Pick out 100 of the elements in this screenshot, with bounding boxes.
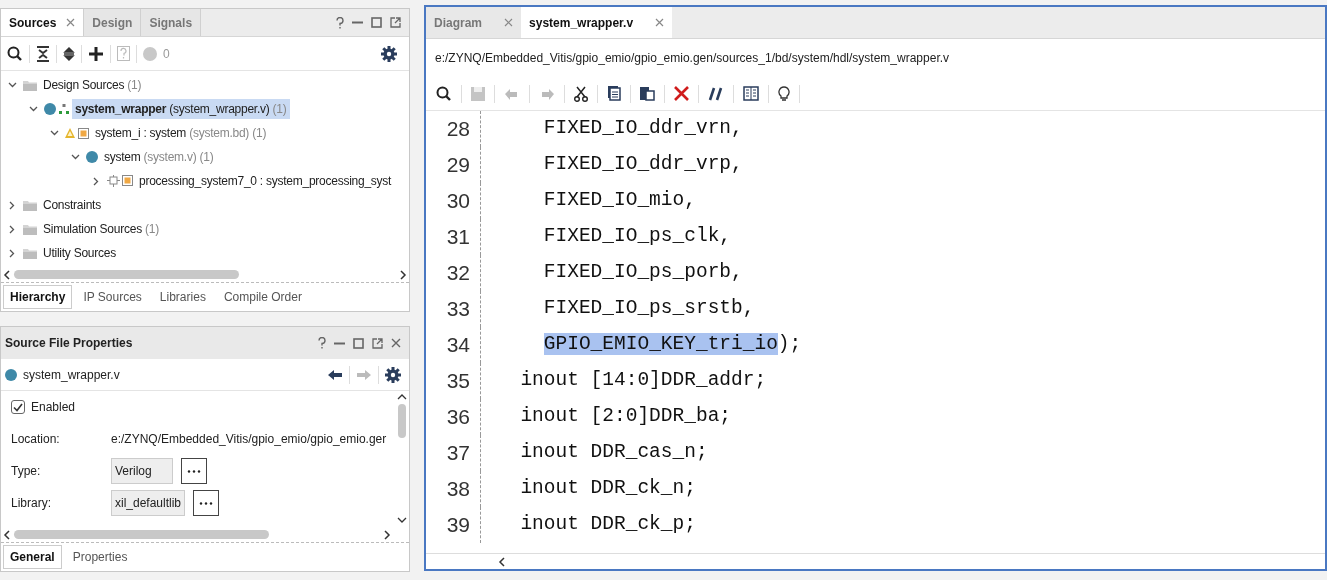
maximize-icon[interactable] <box>371 17 382 28</box>
field-label: Library: <box>11 495 52 512</box>
chevron-down-icon[interactable] <box>28 106 38 112</box>
search-icon[interactable] <box>7 45 23 62</box>
panel-tab[interactable]: IP Sources <box>76 285 149 309</box>
chevron-down-icon[interactable] <box>70 154 80 160</box>
settings-icon[interactable] <box>381 45 397 62</box>
settings-icon[interactable] <box>385 366 401 383</box>
line-number: 37 <box>445 440 471 467</box>
scroll-left-icon[interactable] <box>498 556 505 567</box>
code-text: inout DDR_cas_n; <box>519 441 708 464</box>
file-status-icon <box>5 368 17 381</box>
tree-item[interactable]: system (system.v) (1) <box>101 147 217 167</box>
close-icon[interactable] <box>66 18 76 27</box>
paste-icon[interactable] <box>640 86 655 101</box>
panel-tab[interactable]: Libraries <box>152 285 213 309</box>
float-icon[interactable] <box>390 17 401 28</box>
panel-tab[interactable]: Signals <box>141 9 202 36</box>
tree-item[interactable]: Simulation Sources (1) <box>40 219 162 239</box>
checkbox[interactable] <box>11 400 25 414</box>
value-field[interactable]: Verilog <box>111 458 173 484</box>
columns-icon[interactable] <box>743 86 759 101</box>
panel-tab[interactable]: Compile Order <box>216 285 309 309</box>
editor-tab[interactable]: Diagram <box>426 7 522 38</box>
browse-button[interactable] <box>181 458 207 484</box>
code-text: ); <box>777 333 802 356</box>
scrollbar-thumb[interactable] <box>14 530 269 539</box>
folder-icon <box>23 199 37 211</box>
panel-tab[interactable]: Sources <box>1 9 85 36</box>
close-icon[interactable] <box>391 338 401 348</box>
line-number: 30 <box>445 188 471 215</box>
search-icon[interactable] <box>436 85 452 102</box>
close-icon[interactable] <box>655 18 665 27</box>
scrollbar-thumb[interactable] <box>398 404 406 438</box>
code-text: FIXED_IO_mio, <box>542 189 696 212</box>
tree-item[interactable]: Utility Sources <box>40 243 119 263</box>
panel-tab[interactable]: General <box>3 545 62 569</box>
status-dot-icon <box>143 46 157 61</box>
scroll-right-icon[interactable] <box>400 269 407 280</box>
panel-title: Source File Properties <box>5 335 133 352</box>
chevron-right-icon[interactable] <box>9 200 15 210</box>
cut-icon[interactable] <box>574 85 588 102</box>
panel-tab[interactable]: Hierarchy <box>3 285 73 309</box>
file-path: e:/ZYNQ/Embedded_Vitis/gpio_emio/gpio_emio.gen/sources_1/bd/system/hdl/system_wrapper.v <box>434 50 951 67</box>
chevron-down-icon[interactable] <box>49 130 59 136</box>
folder-icon <box>23 223 37 235</box>
code-text: FIXED_IO_ddr_vrp, <box>542 153 743 176</box>
field-value: e:/ZYNQ/Embedded_Vitis/gpio_emio/gpio_emio.ger <box>111 431 387 448</box>
code-text: FIXED_IO_ps_porb, <box>542 261 743 284</box>
code-text: inout [2:0]DDR_ba; <box>519 405 732 428</box>
chevron-right-icon[interactable] <box>93 176 99 186</box>
checkbox-label: Enabled <box>31 399 76 416</box>
editor-tab[interactable]: system_wrapper.v <box>521 7 673 38</box>
float-icon[interactable] <box>372 337 383 349</box>
scroll-up-icon[interactable] <box>397 393 407 400</box>
minimize-icon[interactable] <box>334 341 345 345</box>
tree-item[interactable]: Constraints <box>40 195 104 215</box>
lightbulb-icon[interactable] <box>778 85 790 102</box>
code-text: FIXED_IO_ps_clk, <box>542 225 732 248</box>
line-number: 38 <box>445 476 471 503</box>
close-icon[interactable] <box>504 18 514 27</box>
chevron-right-icon[interactable] <box>9 248 15 258</box>
tree-item[interactable]: system_wrapper (system_wrapper.v) (1) <box>72 99 290 119</box>
line-number: 33 <box>445 296 471 323</box>
copy-icon[interactable] <box>607 86 621 101</box>
field-label: Location: <box>11 431 61 448</box>
value-field[interactable]: xil_defaultlib <box>111 490 186 516</box>
chevron-down-icon[interactable] <box>7 82 17 88</box>
comment-icon[interactable] <box>708 86 724 101</box>
scroll-left-icon[interactable] <box>3 269 10 280</box>
folder-icon <box>23 247 37 259</box>
scroll-down-icon[interactable] <box>397 517 407 524</box>
scrollbar-thumb[interactable] <box>14 270 239 279</box>
tree-item[interactable]: processing_system7_0 : system_processing_syst <box>136 171 395 191</box>
back-arrow-icon[interactable] <box>327 368 343 381</box>
count-label: 0 <box>163 45 170 63</box>
chevron-right-icon[interactable] <box>9 224 15 234</box>
collapse-all-icon[interactable] <box>36 45 50 62</box>
panel-tab[interactable]: Design <box>84 9 142 36</box>
file-name: system_wrapper.v <box>23 366 120 384</box>
code-text: inout [14:0]DDR_addr; <box>519 369 767 392</box>
delete-icon[interactable] <box>674 86 689 101</box>
panel-tab[interactable]: Properties <box>65 545 135 569</box>
help-icon[interactable] <box>318 337 326 349</box>
line-number: 35 <box>445 368 471 395</box>
maximize-icon[interactable] <box>353 337 364 349</box>
add-icon[interactable] <box>88 45 104 62</box>
tree-item[interactable]: system_i : system (system.bd) (1) <box>92 123 270 143</box>
line-number: 34 <box>445 332 471 359</box>
help-icon[interactable] <box>336 16 344 29</box>
line-number: 28 <box>445 116 471 143</box>
tree-item[interactable]: Design Sources (1) <box>40 75 145 95</box>
scroll-left-icon[interactable] <box>3 529 10 540</box>
browse-button[interactable] <box>193 490 220 516</box>
line-number: 29 <box>445 152 471 179</box>
more-icon <box>199 501 214 505</box>
scroll-right-icon[interactable] <box>384 529 391 540</box>
selected-code: GPIO_EMIO_KEY_tri_io <box>543 333 778 356</box>
expand-all-icon[interactable] <box>63 45 75 62</box>
module-dot-icon <box>44 103 56 115</box>
